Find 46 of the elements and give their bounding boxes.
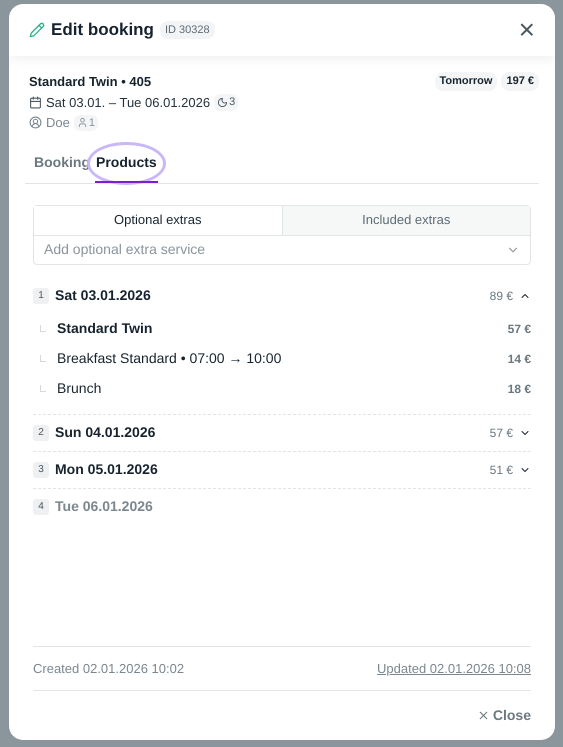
close-footer-button[interactable]: Close bbox=[476, 705, 531, 726]
day-number: 3 bbox=[33, 462, 49, 478]
nights-count: 3 bbox=[229, 95, 236, 110]
day-price: 57 € bbox=[490, 424, 513, 442]
date-range: Sat 03.01. – Tue 06.01.2026 bbox=[46, 94, 210, 112]
product-name: Brunch bbox=[57, 379, 102, 398]
extras-tab[interactable]: Included extras bbox=[282, 206, 530, 234]
summary-badge: Tomorrow bbox=[434, 72, 498, 90]
product-price: 14 € bbox=[508, 350, 531, 368]
day-date: Mon 05.01.2026 bbox=[55, 460, 158, 479]
day-number: 2 bbox=[33, 424, 49, 440]
product-price: 18 € bbox=[508, 380, 531, 398]
product-price: 57 € bbox=[508, 320, 531, 338]
moon-icon bbox=[217, 96, 228, 108]
calendar-icon bbox=[29, 96, 42, 109]
tree-connector-icon bbox=[40, 325, 46, 332]
dialog-title: Edit booking bbox=[51, 19, 154, 42]
extra-service-field[interactable]: Add optional extra service bbox=[44, 239, 506, 260]
day-number: 4 bbox=[33, 498, 49, 514]
persons-count: 1 bbox=[88, 116, 95, 130]
pencil-icon bbox=[29, 22, 45, 38]
product-name: Standard Twin bbox=[57, 319, 152, 338]
created-timestamp: Created 02.01.2026 10:02 bbox=[33, 660, 184, 678]
close-icon bbox=[476, 709, 490, 722]
tab[interactable]: Products bbox=[95, 152, 158, 182]
updated-link[interactable]: Updated 02.01.2026 10:08 bbox=[377, 658, 531, 678]
product-name: Breakfast Standard • 07:00 → 10:00 bbox=[57, 349, 282, 368]
day-date: Sun 04.01.2026 bbox=[55, 423, 156, 442]
day-price: 51 € bbox=[490, 462, 513, 478]
tree-connector-icon bbox=[40, 355, 46, 362]
day-header[interactable]: 3 Mon 05.01.2026 51 € bbox=[33, 452, 531, 488]
day-header[interactable]: 2 Sun 04.01.2026 57 € bbox=[33, 414, 531, 450]
summary-badge: 197 € bbox=[501, 72, 539, 90]
id-badge: ID 30328 bbox=[160, 20, 215, 40]
person-icon bbox=[76, 117, 88, 128]
day-date: Sat 03.01.2026 bbox=[55, 286, 151, 305]
day-number: 1 bbox=[33, 288, 49, 304]
user-icon bbox=[29, 116, 42, 130]
room-title: Standard Twin • 405 bbox=[29, 73, 152, 91]
close-button[interactable]: × bbox=[518, 16, 535, 44]
day-price: 89 € bbox=[490, 288, 513, 304]
day-date: Tue 06.01.2026 bbox=[55, 497, 153, 516]
tab[interactable]: Booking bbox=[33, 152, 91, 182]
guest-name: Doe bbox=[46, 114, 70, 132]
day-header[interactable]: 1 Sat 03.01.2026 89 € bbox=[33, 278, 531, 314]
tree-connector-icon bbox=[40, 385, 46, 392]
